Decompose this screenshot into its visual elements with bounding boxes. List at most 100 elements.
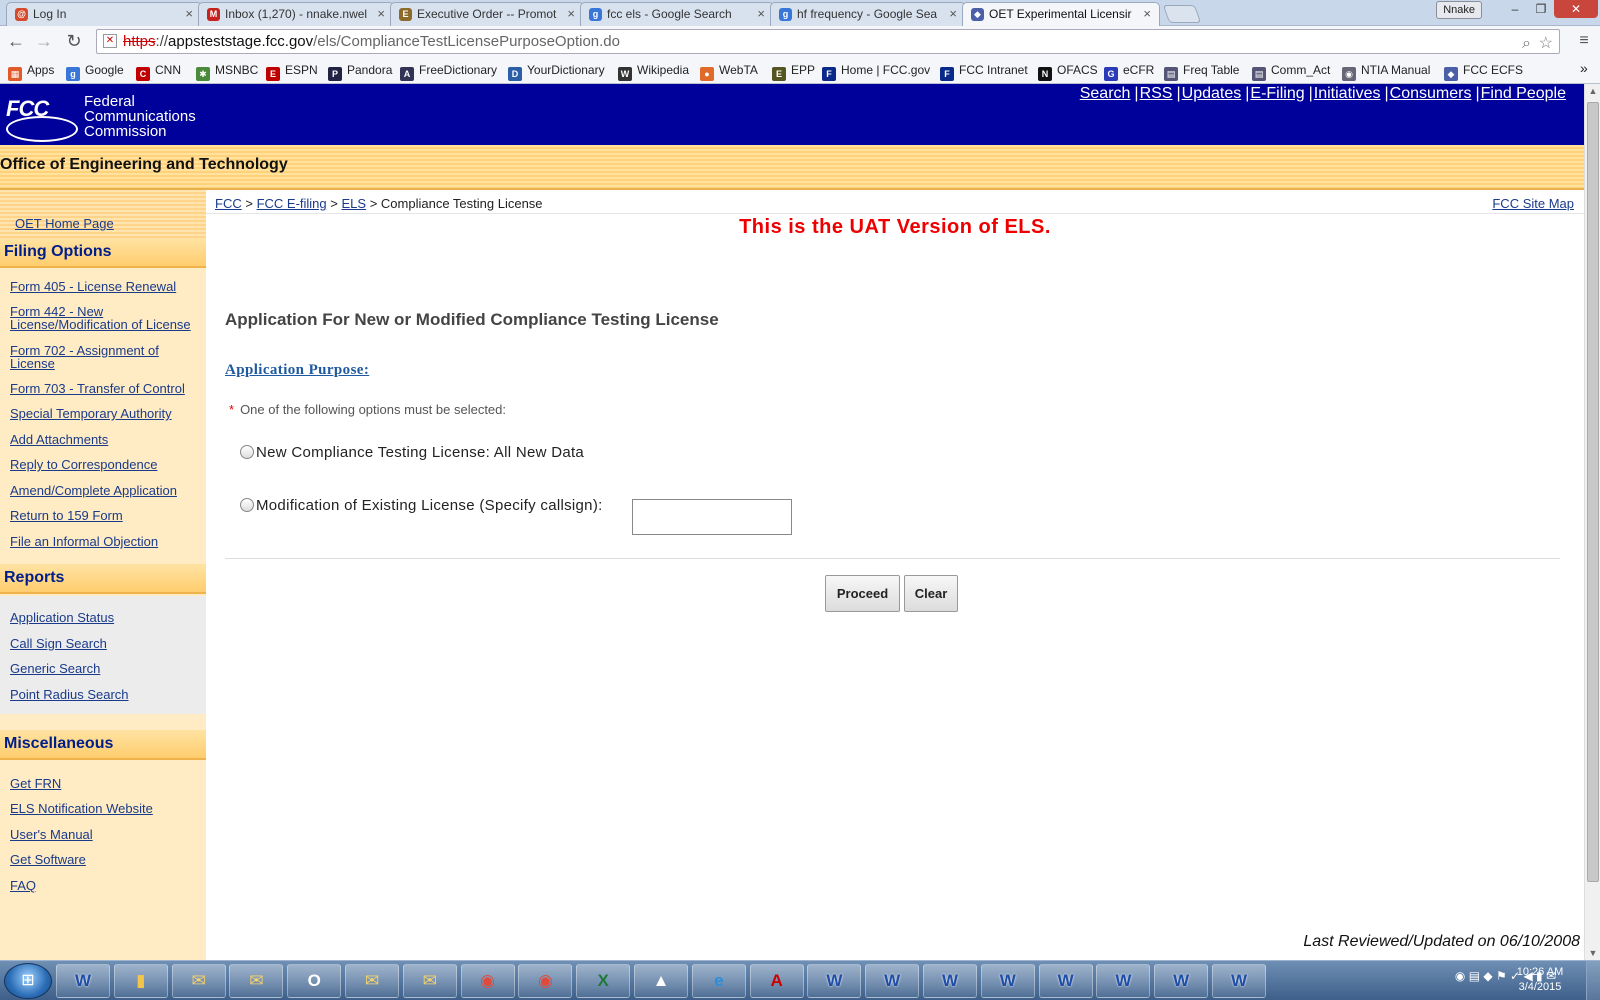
sidebar-item-link[interactable]: FAQ <box>10 879 36 892</box>
browser-tab[interactable]: g hf frequency - Google Sea × <box>770 2 966 26</box>
bookmark-item[interactable]: C CNN <box>136 62 181 81</box>
modify-license-radio[interactable] <box>240 498 254 512</box>
callsign-input[interactable] <box>632 499 792 535</box>
start-button[interactable]: ⊞ <box>4 963 52 999</box>
browser-tab[interactable]: E Executive Order -- Promot × <box>390 2 584 26</box>
header-link[interactable]: E-Filing <box>1250 85 1304 102</box>
taskbar-outlook-icon[interactable]: O <box>287 964 342 998</box>
taskbar-app-icon[interactable]: ▲ <box>634 964 688 998</box>
tab-close-icon[interactable]: × <box>1143 3 1151 25</box>
tab-close-icon[interactable]: × <box>377 3 385 25</box>
clock[interactable]: 10:26 AM 3/4/2015 <box>1510 965 1570 995</box>
taskbar-explorer-icon[interactable]: ▮ <box>113 964 168 998</box>
sidebar-item-link[interactable]: Reply to Correspondence <box>10 458 157 471</box>
bookmark-item[interactable]: F FCC Intranet <box>940 62 1028 81</box>
sidebar-item-link[interactable]: Get Software <box>10 853 86 866</box>
proceed-button[interactable]: Proceed <box>825 575 900 612</box>
browser-tab[interactable]: ◆ OET Experimental Licensir × <box>962 2 1160 27</box>
restore-icon[interactable]: ❐ <box>1528 0 1554 18</box>
oet-home-link[interactable]: OET Home Page <box>15 216 114 231</box>
taskbar-mail-icon[interactable]: ✉ <box>229 964 284 998</box>
bookmark-item[interactable]: ◆ FCC ECFS <box>1444 62 1523 81</box>
sidebar-item-link[interactable]: Amend/Complete Application <box>10 484 177 497</box>
sidebar-item-link[interactable]: File an Informal Objection <box>10 535 158 548</box>
taskbar-word-icon[interactable]: W <box>865 964 920 998</box>
option-new-license[interactable]: New Compliance Testing License: All New … <box>240 444 584 461</box>
taskbar-excel-icon[interactable]: X <box>576 964 631 998</box>
tab-close-icon[interactable]: × <box>949 3 957 25</box>
scroll-up-icon[interactable]: ▲ <box>1585 86 1600 96</box>
back-icon[interactable]: ← <box>4 30 28 54</box>
bookmark-item[interactable]: ▤ Comm_Act <box>1252 62 1330 81</box>
sidebar-item-link[interactable]: Form 442 - New License/Modification of L… <box>10 305 200 331</box>
profile-button[interactable]: Nnake <box>1436 1 1482 19</box>
header-link[interactable]: Find People <box>1481 85 1566 102</box>
page-scrollbar[interactable]: ▲ ▼ <box>1584 84 1600 960</box>
show-desktop-button[interactable] <box>1586 961 1600 1000</box>
bookmark-item[interactable]: A FreeDictionary <box>400 62 497 81</box>
new-license-radio[interactable] <box>240 445 254 459</box>
insecure-lock-icon[interactable]: ✕ <box>103 34 117 48</box>
header-link[interactable]: RSS <box>1140 85 1173 102</box>
sidebar-item-link[interactable]: Generic Search <box>10 662 100 675</box>
taskbar-mail-icon[interactable]: ✉ <box>171 964 226 998</box>
sidebar-item-link[interactable]: Special Temporary Authority <box>10 407 172 420</box>
taskbar-chrome-icon[interactable]: ◉ <box>460 964 515 998</box>
header-link[interactable]: Consumers <box>1390 85 1472 102</box>
bookmark-item[interactable]: ▤ Freq Table <box>1164 62 1239 81</box>
bookmark-item[interactable]: ● WebTA <box>700 62 758 81</box>
reload-icon[interactable]: ↻ <box>62 30 86 54</box>
bookmark-item[interactable]: GeCFR <box>1104 62 1154 81</box>
tab-close-icon[interactable]: × <box>567 3 575 25</box>
breadcrumb-els[interactable]: ELS <box>341 196 366 211</box>
forward-icon[interactable]: → <box>32 30 56 54</box>
address-bar[interactable]: ✕ https://appsteststage.fcc.gov/els/Compl… <box>96 29 1560 54</box>
taskbar-word-icon[interactable]: W <box>1154 964 1209 998</box>
browser-tab[interactable]: M Inbox (1,270) - nnake.nwel × <box>198 2 394 26</box>
scrollbar-thumb[interactable] <box>1587 102 1599 882</box>
search-icon[interactable]: ⌕ <box>1522 32 1531 55</box>
sidebar-item-link[interactable]: Form 703 - Transfer of Control <box>10 382 185 395</box>
bookmark-item[interactable]: W Wikipedia <box>618 62 689 81</box>
bookmark-item[interactable]: ◉ NTIA Manual <box>1342 62 1430 81</box>
taskbar-pdf-icon[interactable]: A <box>749 964 804 998</box>
bookmark-item[interactable]: ▦ Apps <box>8 62 54 81</box>
taskbar-ie-icon[interactable]: e <box>691 964 746 998</box>
bookmark-item[interactable]: E EPP <box>772 62 815 81</box>
sidebar-item-link[interactable]: Form 702 - Assignment of License <box>10 344 200 370</box>
more-bookmarks-icon[interactable]: » <box>1580 60 1588 76</box>
sidebar-item-link[interactable]: Form 405 - License Renewal <box>10 280 176 293</box>
fcc-logo[interactable]: FCC <box>6 96 78 142</box>
header-link[interactable]: Updates <box>1182 85 1242 102</box>
bookmark-item[interactable]: N OFACS <box>1038 62 1098 81</box>
bookmark-item[interactable]: g Google <box>66 62 124 81</box>
header-link[interactable]: Initiatives <box>1314 85 1381 102</box>
sidebar-item-link[interactable]: Add Attachments <box>10 433 108 446</box>
close-window-icon[interactable]: ✕ <box>1554 0 1598 18</box>
option-modify-license[interactable]: Modification of Existing License (Specif… <box>240 497 603 514</box>
minimize-icon[interactable]: – <box>1502 0 1528 18</box>
taskbar-word-icon[interactable]: W <box>923 964 977 998</box>
taskbar-chrome-icon[interactable]: ◉ <box>518 964 573 998</box>
taskbar-word-icon[interactable]: W <box>1212 964 1266 998</box>
bookmark-item[interactable]: E ESPN <box>266 62 318 81</box>
browser-tab[interactable]: @ Log In × <box>6 2 202 26</box>
sidebar-item-link[interactable]: Call Sign Search <box>10 637 107 650</box>
breadcrumb-efiling[interactable]: FCC E-filing <box>257 196 327 211</box>
header-link[interactable]: Search <box>1080 85 1131 102</box>
clear-button[interactable]: Clear <box>904 575 958 612</box>
scroll-down-icon[interactable]: ▼ <box>1585 948 1600 958</box>
site-map-link[interactable]: FCC Site Map <box>1492 196 1574 211</box>
sidebar-item-link[interactable]: Return to 159 Form <box>10 509 123 522</box>
sidebar-item-link[interactable]: Get FRN <box>10 777 61 790</box>
sidebar-item-link[interactable]: User's Manual <box>10 828 93 841</box>
bookmark-item[interactable]: F Home | FCC.gov <box>822 62 930 81</box>
bookmark-item[interactable]: ✱ MSNBC <box>196 62 258 81</box>
bookmark-item[interactable]: P Pandora <box>328 62 392 81</box>
bookmark-item[interactable]: D YourDictionary <box>508 62 605 81</box>
star-icon[interactable]: ☆ <box>1539 32 1553 55</box>
tab-close-icon[interactable]: × <box>757 3 765 25</box>
sidebar-item-link[interactable]: Point Radius Search <box>10 688 129 701</box>
taskbar-word-icon[interactable]: W <box>1038 964 1093 998</box>
taskbar-word-icon[interactable]: W <box>807 964 862 998</box>
